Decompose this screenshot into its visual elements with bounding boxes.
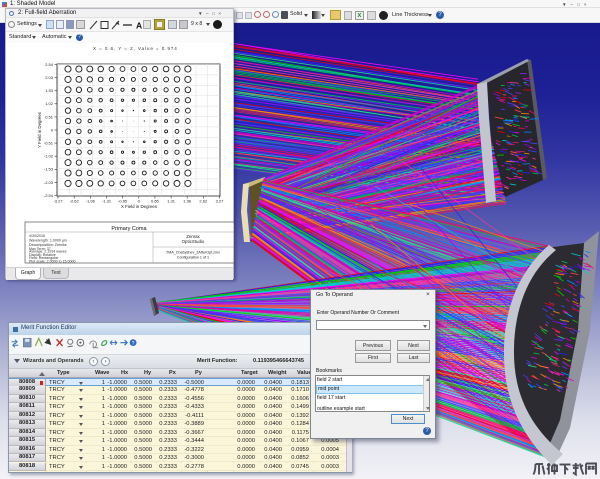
svg-text:-0.51: -0.51	[44, 141, 54, 146]
svg-text:Decomposition: Zernike: Decomposition: Zernike	[29, 243, 67, 247]
svg-text:-3.27: -3.27	[53, 199, 63, 204]
svg-text:TMA_Chebyshev_2AfterOpt.zmx: TMA_Chebyshev_2AfterOpt.zmx	[166, 251, 220, 255]
svg-text:1.53: 1.53	[45, 88, 54, 93]
svg-text:-2.54: -2.54	[44, 193, 54, 198]
svg-text:-1.31: -1.31	[102, 199, 112, 204]
svg-text:3.27: 3.27	[216, 199, 225, 204]
svg-text:-2.03: -2.03	[44, 180, 54, 185]
svg-text:Configuration 1 of 1: Configuration 1 of 1	[177, 256, 209, 260]
svg-text:2.03: 2.03	[45, 75, 54, 80]
svg-text:-1.53: -1.53	[44, 167, 54, 172]
svg-text:-1.02: -1.02	[44, 154, 54, 159]
svg-text:X = 0.6, Y = 2, Value = 0.974: X = 0.6, Y = 2, Value = 0.974	[93, 46, 178, 51]
svg-text:0.51: 0.51	[45, 114, 54, 119]
svg-text:?: ?	[132, 341, 135, 347]
svg-text:Plot scale: 2.0000 to 15.0000: Plot scale: 2.0000 to 15.0000	[29, 260, 76, 264]
svg-text:-0.65: -0.65	[118, 199, 128, 204]
svg-text:1.02: 1.02	[45, 101, 54, 106]
svg-text:0: 0	[51, 127, 54, 132]
svg-text:2.62: 2.62	[199, 199, 208, 204]
svg-text:-2.62: -2.62	[70, 199, 80, 204]
svg-text:1.96: 1.96	[183, 199, 192, 204]
svg-text:X Field in Degrees: X Field in Degrees	[121, 204, 158, 209]
svg-text:2.54: 2.54	[45, 62, 54, 67]
svg-text:1.31: 1.31	[167, 199, 176, 204]
svg-text:0: 0	[138, 199, 141, 204]
svg-text:Wavelength: 1.0000 µm: Wavelength: 1.0000 µm	[29, 238, 67, 242]
svg-text:Y Field in Degrees: Y Field in Degrees	[37, 111, 42, 148]
svg-text:0.65: 0.65	[151, 199, 160, 204]
svg-text:Primary Coma: Primary Coma	[111, 226, 147, 232]
svg-text:-1.96: -1.96	[86, 199, 96, 204]
svg-text:4/30/2016: 4/30/2016	[29, 234, 45, 238]
svg-text:OpticStudio: OpticStudio	[182, 239, 205, 244]
